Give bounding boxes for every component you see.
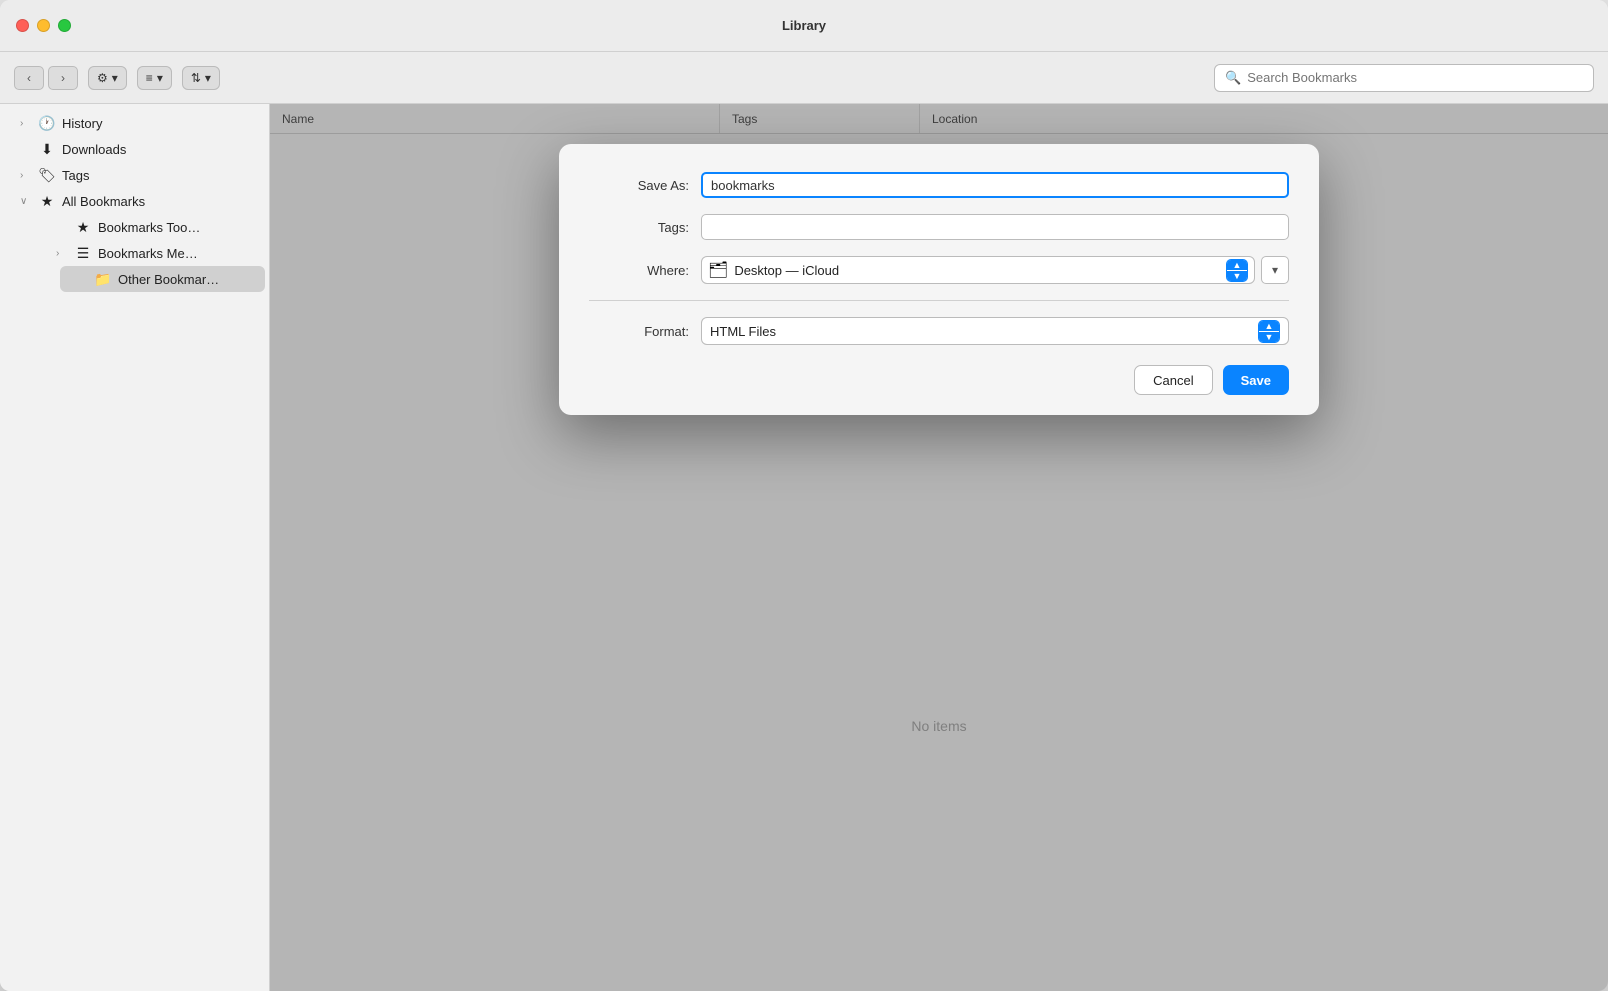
cancel-button[interactable]: Cancel <box>1134 365 1212 395</box>
all-bookmarks-label: All Bookmarks <box>62 194 145 209</box>
chevron-down-icon: ▾ <box>1272 263 1278 277</box>
tags-input[interactable] <box>701 214 1289 240</box>
view-button[interactable]: ≡ ▾ <box>137 66 172 90</box>
history-label: History <box>62 116 102 131</box>
tags-row: Tags: <box>589 214 1289 240</box>
bk-menu-chevron-icon: › <box>56 248 68 259</box>
minimize-button[interactable] <box>37 19 50 32</box>
format-row: Format: HTML Files ▲ ▼ <box>589 317 1289 345</box>
sidebar-item-history[interactable]: › 🕐 History <box>4 110 265 136</box>
tags-label: Tags <box>62 168 89 183</box>
save-dialog: Save As: Tags: Where: <box>559 144 1319 415</box>
format-value: HTML Files <box>710 324 1252 339</box>
modal-overlay: Save As: Tags: Where: <box>270 104 1608 991</box>
organize-dropdown-icon: ▾ <box>112 71 118 85</box>
format-stepper-up[interactable]: ▲ <box>1259 321 1279 331</box>
maximize-button[interactable] <box>58 19 71 32</box>
toolbar: ‹ › ⚙ ▾ ≡ ▾ ⇅ ▾ 🔍 <box>0 52 1608 104</box>
sort-dropdown-icon: ▾ <box>205 71 211 85</box>
main-area: › 🕐 History › ⬇ Downloads › 🏷 Tags ∨ ★ A… <box>0 104 1608 991</box>
sidebar-item-bookmarks-toolbar[interactable]: › ★ Bookmarks Too… <box>40 214 265 240</box>
format-select[interactable]: HTML Files ▲ ▼ <box>701 317 1289 345</box>
history-icon: 🕐 <box>38 115 56 132</box>
sidebar: › 🕐 History › ⬇ Downloads › 🏷 Tags ∨ ★ A… <box>0 104 270 991</box>
content-area: Name Tags Location No items Save As: <box>270 104 1608 991</box>
search-icon: 🔍 <box>1225 70 1241 86</box>
where-stepper-up[interactable]: ▲ <box>1227 260 1247 270</box>
history-chevron-icon: › <box>20 118 32 129</box>
save-as-input[interactable] <box>701 172 1289 198</box>
search-bar: 🔍 <box>1214 64 1594 92</box>
tags-icon: 🏷 <box>38 167 56 184</box>
folder-icon: 🗂 <box>708 260 728 280</box>
all-bookmarks-icon: ★ <box>38 193 56 210</box>
save-as-label: Save As: <box>589 178 689 193</box>
bookmarks-menu-label: Bookmarks Me… <box>98 246 198 261</box>
window-title: Library <box>782 18 826 33</box>
sidebar-item-other-bookmarks[interactable]: › 📁 Other Bookmar… <box>60 266 265 292</box>
where-stepper-down[interactable]: ▼ <box>1227 271 1247 281</box>
tags-label: Tags: <box>589 220 689 235</box>
titlebar: Library <box>0 0 1608 52</box>
downloads-icon: ⬇ <box>38 141 56 158</box>
format-label: Format: <box>589 324 689 339</box>
sort-button[interactable]: ⇅ ▾ <box>182 66 220 90</box>
other-bookmarks-icon: 📁 <box>94 271 112 288</box>
where-row: Where: 🗂 Desktop — iCloud ▲ ▼ <box>589 256 1289 284</box>
sidebar-item-bookmarks-menu[interactable]: › ☰ Bookmarks Me… <box>40 240 265 266</box>
sidebar-item-downloads[interactable]: › ⬇ Downloads <box>4 136 265 162</box>
where-select[interactable]: 🗂 Desktop — iCloud ▲ ▼ <box>701 256 1255 284</box>
forward-button[interactable]: › <box>48 66 78 90</box>
where-stepper[interactable]: ▲ ▼ <box>1226 259 1248 282</box>
where-label: Where: <box>589 263 689 278</box>
downloads-label: Downloads <box>62 142 126 157</box>
where-select-wrapper: 🗂 Desktop — iCloud ▲ ▼ ▾ <box>701 256 1289 284</box>
traffic-lights <box>16 19 71 32</box>
sidebar-item-all-bookmarks[interactable]: ∨ ★ All Bookmarks <box>4 188 265 214</box>
divider <box>589 300 1289 301</box>
search-input[interactable] <box>1247 70 1583 85</box>
gear-icon: ⚙ <box>97 71 108 85</box>
sidebar-item-tags[interactable]: › 🏷 Tags <box>4 162 265 188</box>
bookmarks-toolbar-label: Bookmarks Too… <box>98 220 200 235</box>
save-button[interactable]: Save <box>1223 365 1289 395</box>
other-bookmarks-label: Other Bookmar… <box>118 272 219 287</box>
list-icon: ≡ <box>146 71 153 85</box>
sort-icon: ⇅ <box>191 71 201 85</box>
bookmarks-toolbar-icon: ★ <box>74 219 92 236</box>
back-button[interactable]: ‹ <box>14 66 44 90</box>
where-value: Desktop — iCloud <box>734 263 1220 278</box>
bookmarks-menu-icon: ☰ <box>74 245 92 262</box>
expand-button[interactable]: ▾ <box>1261 256 1289 284</box>
tags-chevron-icon: › <box>20 170 32 181</box>
close-button[interactable] <box>16 19 29 32</box>
dialog-body: Save As: Tags: Where: <box>559 172 1319 365</box>
organize-button[interactable]: ⚙ ▾ <box>88 66 127 90</box>
format-stepper[interactable]: ▲ ▼ <box>1258 320 1280 343</box>
format-stepper-down[interactable]: ▼ <box>1259 332 1279 342</box>
all-bookmarks-chevron-icon: ∨ <box>20 196 32 207</box>
dialog-footer: Cancel Save <box>559 365 1319 395</box>
save-as-row: Save As: <box>589 172 1289 198</box>
nav-buttons: ‹ › <box>14 66 78 90</box>
view-dropdown-icon: ▾ <box>157 71 163 85</box>
window: Library ‹ › ⚙ ▾ ≡ ▾ ⇅ ▾ 🔍 › 🕐 <box>0 0 1608 991</box>
